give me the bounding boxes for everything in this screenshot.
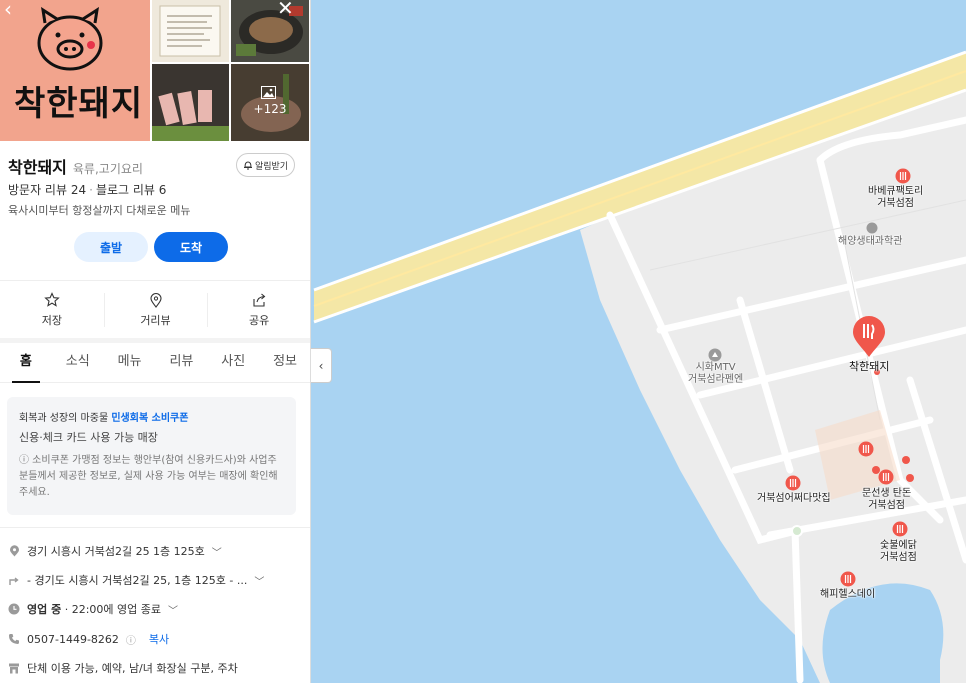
place-description: 육사시미부터 항정살까지 다채로운 메뉴 xyxy=(8,204,191,217)
star-icon xyxy=(44,291,60,307)
close-icon[interactable]: ✕ xyxy=(277,0,294,18)
pig-logo-icon xyxy=(37,7,103,71)
poi-label[interactable]: 거북섬어쩌다맛집 xyxy=(757,493,831,505)
restaurant-icon[interactable] xyxy=(858,441,874,457)
directions-text: - 경기도 시흥시 거북섬2길 25, 1층 125호 - ... xyxy=(27,574,248,587)
phone-number: 0507-1449-8262 xyxy=(27,632,119,646)
store-icon xyxy=(8,662,20,674)
visitor-reviews-link[interactable]: 방문자 리뷰 24 xyxy=(8,183,86,197)
tab-home[interactable]: 홈 xyxy=(0,343,52,383)
divider xyxy=(0,527,310,528)
save-button[interactable]: 저장 xyxy=(0,281,104,338)
place-category: 육류,고기요리 xyxy=(72,162,143,176)
notify-button[interactable]: 알림받기 xyxy=(236,153,295,177)
restaurant-icon[interactable] xyxy=(895,168,911,184)
tab-photos[interactable]: 사진 xyxy=(207,343,259,382)
facilities-row: 단체 이용 가능, 예약, 남/녀 화장실 구분, 주차 xyxy=(8,660,238,676)
chevron-left-icon: ‹ xyxy=(318,358,324,373)
food-photo[interactable] xyxy=(152,64,229,141)
coupon-banner[interactable]: 회복과 성장의 마중물 민생회복 소비쿠폰 신용·체크 카드 사용 가능 매장 … xyxy=(7,397,296,515)
hours-status: 영업 중 xyxy=(27,603,62,616)
more-photos[interactable]: +123 xyxy=(231,64,309,141)
share-icon xyxy=(253,293,266,307)
coupon-note: ⓘ 소비쿠폰 가맹점 정보는 행안부(참여 신용카드사)와 사업주분들께서 제공… xyxy=(19,455,278,498)
bell-icon xyxy=(243,161,252,170)
poi-label[interactable]: 해피헬스데이 xyxy=(820,589,875,601)
food-photo[interactable]: ✕ xyxy=(231,0,309,62)
address-text: 경기 시흥시 거북섬2길 25 1층 125호 xyxy=(27,545,205,558)
poi-label[interactable]: 시화MTV 거북섬라펜엔 xyxy=(688,362,743,386)
photo-gallery[interactable]: 착한돼지 ‹ ✕ +123 xyxy=(0,0,310,141)
street-view-label: 거리뷰 xyxy=(140,313,171,327)
street-view-button[interactable]: 거리뷰 xyxy=(103,281,208,338)
restaurant-icon[interactable] xyxy=(840,571,856,587)
facilities-text: 단체 이용 가능, 예약, 남/녀 화장실 구분, 주차 xyxy=(27,662,238,675)
place-detail-panel: 착한돼지 ‹ ✕ +123 착한돼지 육류,고기요리 알림받기 방문자 리뷰 2… xyxy=(0,0,311,683)
photo-count: +123 xyxy=(253,102,287,116)
clock-icon xyxy=(8,603,20,615)
notify-label: 알림받기 xyxy=(254,161,289,172)
restaurant-icon[interactable] xyxy=(785,475,801,491)
coupon-prefix: 회복과 성장의 마중물 xyxy=(19,413,109,424)
blog-reviews-link[interactable]: 블로그 리뷰 6 xyxy=(96,183,166,197)
share-button[interactable]: 공유 xyxy=(207,281,310,338)
restaurant-icon[interactable] xyxy=(892,521,908,537)
coupon-highlight: 민생회복 소비쿠폰 xyxy=(111,413,189,424)
selected-place-marker-icon[interactable] xyxy=(851,316,887,358)
menu-photo[interactable] xyxy=(152,0,229,62)
logo-photo[interactable]: 착한돼지 ‹ xyxy=(0,0,150,141)
location-pin-icon xyxy=(149,292,162,308)
share-label: 공유 xyxy=(249,313,270,327)
coupon-subtitle: 신용·체크 카드 사용 가능 매장 xyxy=(19,431,158,444)
image-icon xyxy=(261,86,276,99)
chevron-down-icon[interactable]: ﹀ xyxy=(168,602,178,617)
copy-phone-button[interactable]: 복사 xyxy=(149,631,169,647)
tab-menu[interactable]: 메뉴 xyxy=(104,343,156,382)
directions-icon xyxy=(8,574,20,586)
grill-image xyxy=(236,6,303,56)
tab-bar: 홈 소식 메뉴 리뷰 사진 정보 xyxy=(0,343,310,383)
poi-label[interactable]: 해양생태과학관 xyxy=(838,236,902,248)
poi-label[interactable]: 숯불에닭 거북섬점 xyxy=(880,540,917,564)
landmark-icon xyxy=(866,222,878,234)
directions-row[interactable]: - 경기도 시흥시 거북섬2길 25, 1층 125호 - ... ﹀ xyxy=(8,572,264,588)
back-icon[interactable]: ‹ xyxy=(4,0,12,19)
landmark-icon xyxy=(708,348,722,362)
poi-label[interactable]: 바베큐팩토리 거북섬점 xyxy=(868,186,923,210)
phone-icon xyxy=(8,633,20,645)
collapse-panel-button[interactable]: ‹ xyxy=(311,348,332,383)
menu-board-image xyxy=(159,5,221,57)
tab-info[interactable]: 정보 xyxy=(259,343,310,382)
meat-image xyxy=(152,64,229,141)
phone-row: 0507-1449-8262 ⓘ 복사 xyxy=(8,631,169,647)
poi-label[interactable]: 문선생 탄돈 거북섬점 xyxy=(862,488,911,512)
logo-text: 착한돼지 xyxy=(14,84,144,124)
place-name: 착한돼지 xyxy=(8,158,67,177)
poi-label-selected[interactable]: 착한돼지 xyxy=(849,361,889,373)
route-arrive-button[interactable]: 도착 xyxy=(154,232,228,262)
chevron-down-icon[interactable]: ﹀ xyxy=(212,544,222,559)
restaurant-icon[interactable] xyxy=(878,469,894,485)
route-start-button[interactable]: 출발 xyxy=(74,232,148,262)
hours-row[interactable]: 영업 중 · 22:00에 영업 종료 ﹀ xyxy=(8,601,178,617)
save-label: 저장 xyxy=(41,313,62,327)
action-bar: 저장 거리뷰 공유 xyxy=(0,280,310,338)
info-icon[interactable]: ⓘ xyxy=(126,632,136,647)
hours-detail: · 22:00에 영업 종료 xyxy=(64,603,161,616)
location-icon xyxy=(8,545,20,557)
chevron-down-icon[interactable]: ﹀ xyxy=(254,573,264,588)
address-row[interactable]: 경기 시흥시 거북섬2길 25 1층 125호 ﹀ xyxy=(8,543,222,559)
tab-news[interactable]: 소식 xyxy=(52,343,104,382)
tab-reviews[interactable]: 리뷰 xyxy=(155,343,207,382)
